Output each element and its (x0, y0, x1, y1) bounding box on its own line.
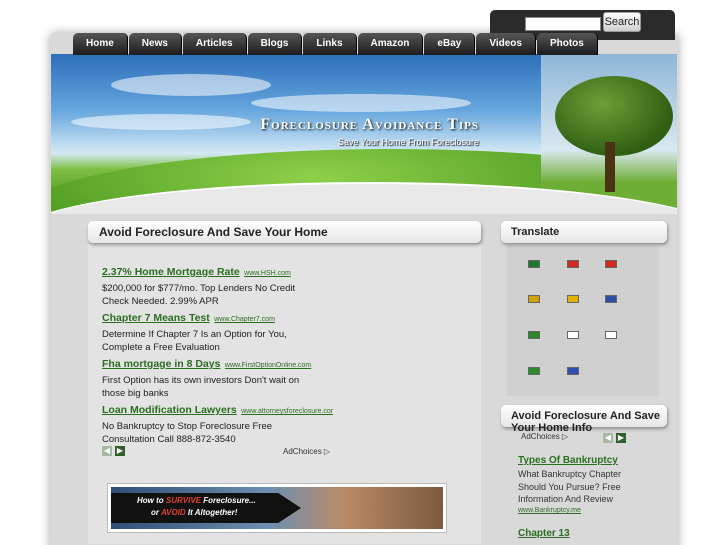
nav-ebay[interactable]: eBay (424, 33, 476, 55)
ad-item: Loan Modification Lawyers www.attorneysf… (102, 400, 342, 446)
adchoices-label: AdChoices (521, 432, 560, 441)
ad-item: Fha mortgage in 8 Days www.FirstOptionOn… (102, 354, 342, 400)
cloud (71, 114, 251, 130)
nav-home[interactable]: Home (73, 33, 128, 55)
ad-url[interactable]: www.FirstOptionOnline.com (225, 362, 311, 369)
german-flag[interactable] (528, 295, 540, 303)
search-button[interactable]: Search (603, 12, 641, 32)
korean-flag[interactable] (605, 331, 617, 339)
ad-headline[interactable]: 2.37% Home Mortgage Rate (102, 266, 240, 278)
sidebar-ad-headline[interactable]: Chapter 13 (518, 528, 570, 539)
ad-url[interactable]: www.Chapter7.com (214, 316, 275, 323)
tree-trunk (605, 142, 615, 192)
chinese-traditional-flag[interactable] (605, 260, 617, 268)
ad-url[interactable]: www.attorneysforeclosure.cor (241, 408, 333, 415)
italian-flag[interactable] (528, 331, 540, 339)
translate-title: Translate (501, 221, 667, 243)
ad-item: 2.37% Home Mortgage Rate www.HSH.com $20… (102, 262, 342, 308)
adchoices-link[interactable]: AdChoices ▷ (283, 447, 330, 456)
ad-desc: those big banks (102, 388, 169, 399)
ad-desc: Consultation Call 888-872-3540 (102, 434, 236, 445)
ad-desc: Check Needed. 2.99% APR (102, 296, 219, 307)
ad-desc: Complete a Free Evaluation (102, 342, 220, 353)
chinese-simplified-flag[interactable] (567, 260, 579, 268)
ad-url[interactable]: www.HSH.com (244, 270, 291, 277)
nav-photos[interactable]: Photos (536, 33, 598, 55)
sidebar-adchoices-link[interactable]: AdChoices ▷ (521, 432, 568, 441)
french-flag[interactable] (605, 295, 617, 303)
nav-articles[interactable]: Articles (182, 33, 247, 55)
adchoices-icon: ▷ (323, 447, 331, 456)
prev-arrow-icon[interactable]: ◀ (603, 433, 613, 443)
cloud (111, 74, 271, 96)
ad-desc: Determine If Chapter 7 Is an Option for … (102, 329, 287, 340)
nav-news[interactable]: News (128, 33, 182, 55)
site-subtitle: Save Your Home From Foreclosure (337, 137, 479, 147)
ad-headline[interactable]: Fha mortgage in 8 Days (102, 358, 220, 370)
nav-amazon[interactable]: Amazon (357, 33, 424, 55)
ad-item: Chapter 7 Means Test www.Chapter7.com De… (102, 308, 342, 354)
sidebar-ad-headline[interactable]: Types Of Bankruptcy (518, 455, 618, 466)
banner-line1: How to SURVIVE Foreclosure... (137, 496, 256, 505)
ad-headline[interactable]: Loan Modification Lawyers (102, 404, 237, 416)
search-input[interactable] (525, 17, 601, 31)
ad-desc: First Option has its own investors Don't… (102, 375, 300, 386)
next-arrow-icon[interactable]: ▶ (616, 433, 626, 443)
banner-image: How to SURVIVE Foreclosure... or AVOID I… (111, 487, 443, 529)
japanese-flag[interactable] (567, 331, 579, 339)
prev-arrow-icon[interactable]: ◀ (102, 446, 112, 456)
sidebar-ad-desc: What Bankruptcy Chapter Should You Pursu… (518, 469, 622, 504)
avoid-title-text: Avoid Foreclosure And Save Your Home Inf… (511, 410, 660, 434)
sidebar-ad-url[interactable]: www.Bankruptcy.me (518, 507, 581, 514)
main-nav: Home News Articles Blogs Links Amazon eB… (73, 33, 599, 55)
site-title[interactable]: Foreclosure Avoidance Tips (260, 116, 479, 134)
next-arrow-icon[interactable]: ▶ (115, 446, 125, 456)
adchoices-icon: ▷ (561, 432, 569, 441)
main-title: Avoid Foreclosure And Save Your Home (88, 221, 481, 243)
adchoices-label: AdChoices (283, 447, 322, 456)
ad-headline[interactable]: Chapter 7 Means Test (102, 312, 210, 324)
arabic-flag[interactable] (528, 260, 540, 268)
nav-blogs[interactable]: Blogs (247, 33, 303, 55)
ad-desc: $200,000 for $777/mo. Top Lenders No Cre… (102, 283, 296, 294)
cloud (251, 94, 471, 112)
spanish-flag[interactable] (567, 295, 579, 303)
nav-links[interactable]: Links (303, 33, 357, 55)
banner-line2: or AVOID It Altogether! (151, 508, 238, 517)
survive-foreclosure-banner[interactable]: How to SURVIVE Foreclosure... or AVOID I… (107, 483, 447, 533)
nav-videos[interactable]: Videos (476, 33, 536, 55)
avoid-foreclosure-title: Avoid Foreclosure And Save Your Home Inf… (501, 405, 667, 434)
russian-flag[interactable] (567, 367, 579, 375)
header-banner: Foreclosure Avoidance Tips Save Your Hom… (51, 54, 677, 214)
ad-desc: No Bankruptcy to Stop Foreclosure Free (102, 421, 273, 432)
portuguese-flag[interactable] (528, 367, 540, 375)
